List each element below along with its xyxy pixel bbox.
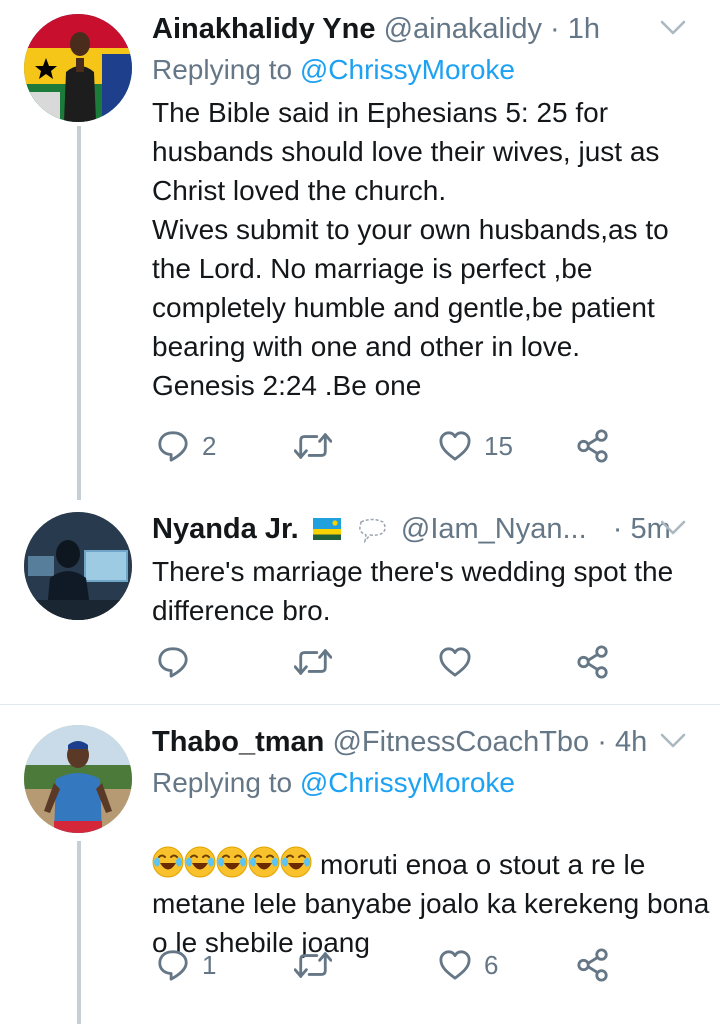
tweet[interactable]: Nyanda Jr. @Iam_Nyan... · 5m There's mar…	[0, 500, 720, 700]
reply-icon	[156, 429, 190, 463]
retweet-button[interactable]	[294, 426, 344, 466]
avatar-image	[24, 512, 132, 620]
tweet[interactable]: Thabo_tman @FitnessCoachTbo · 4h Replyin…	[0, 705, 720, 1024]
tweet-text: The Bible said in Ephesians 5: 25 for hu…	[152, 97, 669, 401]
rolling-laughing-emoji-icon	[184, 846, 216, 878]
replying-to-label: Replying to	[152, 767, 300, 798]
share-icon	[576, 948, 610, 982]
separator-dot: ·	[550, 13, 560, 45]
mention-link[interactable]: @ChrissyMoroke	[300, 54, 515, 85]
reply-count: 1	[202, 949, 217, 980]
tweet-actions: 1 6	[152, 945, 632, 985]
share-icon	[576, 429, 610, 463]
author-name[interactable]: Nyanda Jr.	[152, 513, 299, 545]
speech-bubble-icon	[358, 518, 386, 544]
timestamp[interactable]: 1h	[568, 13, 600, 45]
author-name[interactable]: Thabo_tman	[152, 726, 324, 758]
reply-button[interactable]: 1	[156, 945, 216, 985]
reply-button[interactable]: 2	[156, 426, 216, 466]
rolling-laughing-emoji-icon	[280, 846, 312, 878]
chevron-down-icon[interactable]	[660, 520, 686, 536]
tweet-actions	[152, 642, 632, 682]
author-name[interactable]: Ainakhalidy Yne	[152, 13, 376, 45]
retweet-button[interactable]	[294, 945, 344, 985]
tweet[interactable]: Ainakhalidy Yne @ainakalidy · 1h Replyin…	[0, 0, 720, 500]
author-handle[interactable]: @FitnessCoachTbo	[332, 726, 589, 758]
timestamp[interactable]: 4h	[615, 726, 647, 758]
chevron-down-icon[interactable]	[660, 20, 686, 36]
separator-dot: ·	[597, 726, 607, 758]
like-icon	[438, 949, 472, 981]
author-handle[interactable]: @Iam_Nyan...	[401, 513, 587, 545]
share-button[interactable]	[576, 642, 610, 682]
share-icon	[576, 645, 610, 679]
retweet-icon	[294, 948, 332, 982]
rolling-laughing-emoji-group	[152, 846, 312, 878]
author-handle[interactable]: @ainakalidy	[384, 13, 542, 45]
replying-to: Replying to @ChrissyMoroke	[152, 764, 710, 802]
tweet-text: There's marriage there's wedding spot th…	[152, 556, 674, 626]
like-button[interactable]: 15	[438, 426, 513, 466]
replying-to: Replying to @ChrissyMoroke	[152, 51, 710, 89]
avatar[interactable]	[24, 725, 132, 833]
like-button[interactable]	[438, 642, 484, 682]
tweet-actions: 2 15	[152, 426, 632, 466]
share-button[interactable]	[576, 945, 610, 985]
reply-button[interactable]	[156, 642, 202, 682]
avatar-image	[24, 14, 132, 122]
avatar[interactable]	[24, 14, 132, 122]
thread-line	[77, 126, 81, 500]
replying-to-label: Replying to	[152, 54, 300, 85]
avatar-image	[24, 725, 132, 833]
like-icon	[438, 646, 472, 678]
retweet-icon	[294, 429, 332, 463]
retweet-icon	[294, 645, 332, 679]
mention-link[interactable]: @ChrissyMoroke	[300, 767, 515, 798]
like-count: 15	[484, 430, 513, 461]
rolling-laughing-emoji-icon	[216, 846, 248, 878]
reply-count: 2	[202, 430, 217, 461]
rwanda-flag-icon	[312, 518, 341, 540]
avatar[interactable]	[24, 512, 132, 620]
like-button[interactable]: 6	[438, 945, 498, 985]
like-icon	[438, 430, 472, 462]
chevron-down-icon[interactable]	[660, 733, 686, 749]
reply-icon	[156, 948, 190, 982]
like-count: 6	[484, 949, 499, 980]
share-button[interactable]	[576, 426, 610, 466]
tweet-body: moruti enoa o stout a re le metane lele …	[152, 806, 710, 962]
rolling-laughing-emoji-icon	[152, 846, 184, 878]
separator-dot: ·	[612, 513, 623, 545]
thread-line	[77, 841, 81, 1024]
retweet-button[interactable]	[294, 642, 344, 682]
rolling-laughing-emoji-icon	[248, 846, 280, 878]
reply-icon	[156, 645, 190, 679]
